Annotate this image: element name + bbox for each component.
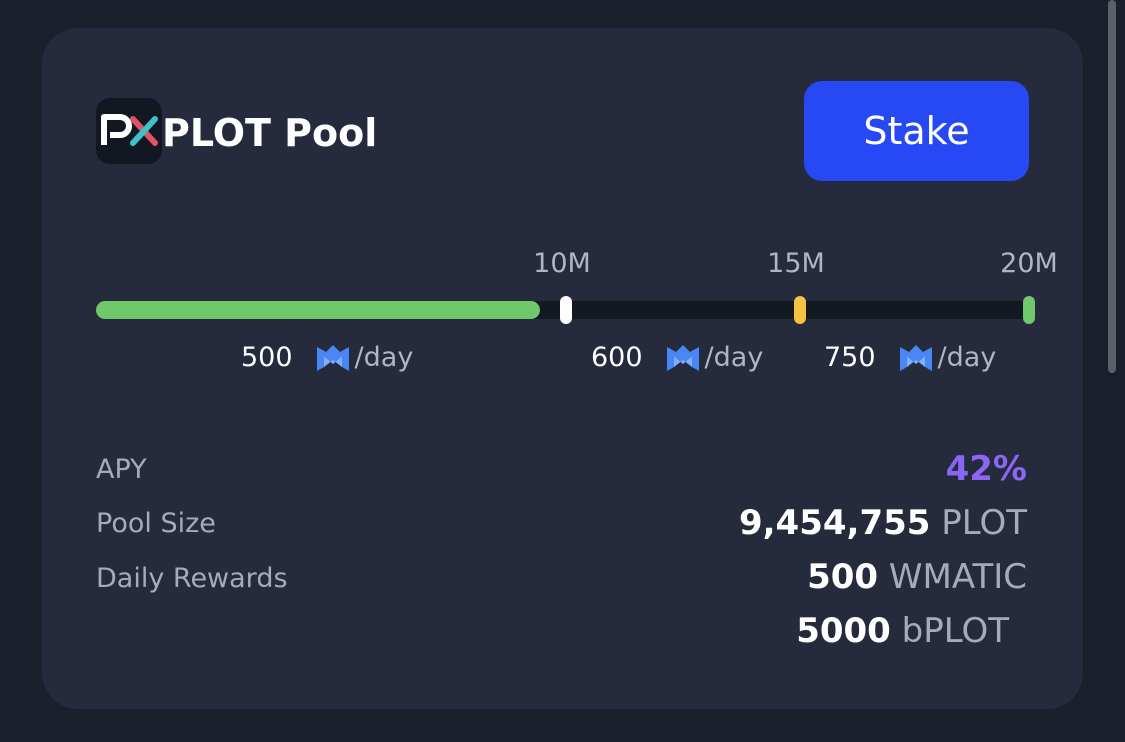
rate-amount: 750 <box>824 342 876 373</box>
daily-reward-bplot: 5000 bPLOT <box>796 611 1009 651</box>
rate-amount: 500 <box>241 342 293 373</box>
tick-label-20m: 20M <box>1000 248 1058 279</box>
reward-rate-10m: 500 /day <box>241 340 413 376</box>
milestone-marker-10m <box>559 296 572 324</box>
pool-title: PLOT Pool <box>162 111 378 155</box>
pool-size-number: 9,454,755 <box>738 503 931 543</box>
daily-reward-unit: bPLOT <box>901 611 1009 651</box>
plot-logo <box>96 98 162 164</box>
tick-label-10m: 10M <box>533 248 591 279</box>
polygon-matic-icon <box>665 343 701 373</box>
milestone-marker-20m <box>1023 296 1035 324</box>
daily-reward-wmatic: 500 WMATIC <box>807 557 1027 597</box>
rate-amount: 600 <box>591 342 643 373</box>
apy-value: 42% <box>945 449 1027 489</box>
reward-rate-15m: 600 /day <box>591 340 763 376</box>
rate-unit: /day <box>354 342 414 373</box>
tick-label-15m: 15M <box>767 248 825 279</box>
daily-reward-amount: 5000 <box>796 611 891 651</box>
pool-progress-bar <box>96 296 1035 324</box>
polygon-matic-icon <box>898 343 934 373</box>
milestone-marker-15m <box>794 296 807 324</box>
pool-size-label: Pool Size <box>96 508 216 539</box>
vertical-scrollbar[interactable] <box>1108 0 1116 373</box>
pool-size-value: 9,454,755 PLOT <box>739 503 1027 543</box>
apy-label: APY <box>96 454 147 485</box>
pool-card: PLOT Pool Stake 10M 15M 20M 500 /day 600… <box>42 28 1083 709</box>
polygon-matic-icon <box>315 343 351 373</box>
rate-unit: /day <box>704 342 764 373</box>
daily-reward-amount: 500 <box>807 557 879 597</box>
reward-rate-20m: 750 /day <box>824 340 996 376</box>
pool-progress-fill <box>96 301 540 319</box>
daily-rewards-label: Daily Rewards <box>96 563 288 594</box>
daily-reward-unit: WMATIC <box>888 557 1027 597</box>
stake-button[interactable]: Stake <box>804 81 1029 181</box>
rate-unit: /day <box>937 342 997 373</box>
pool-size-unit: PLOT <box>941 503 1027 543</box>
